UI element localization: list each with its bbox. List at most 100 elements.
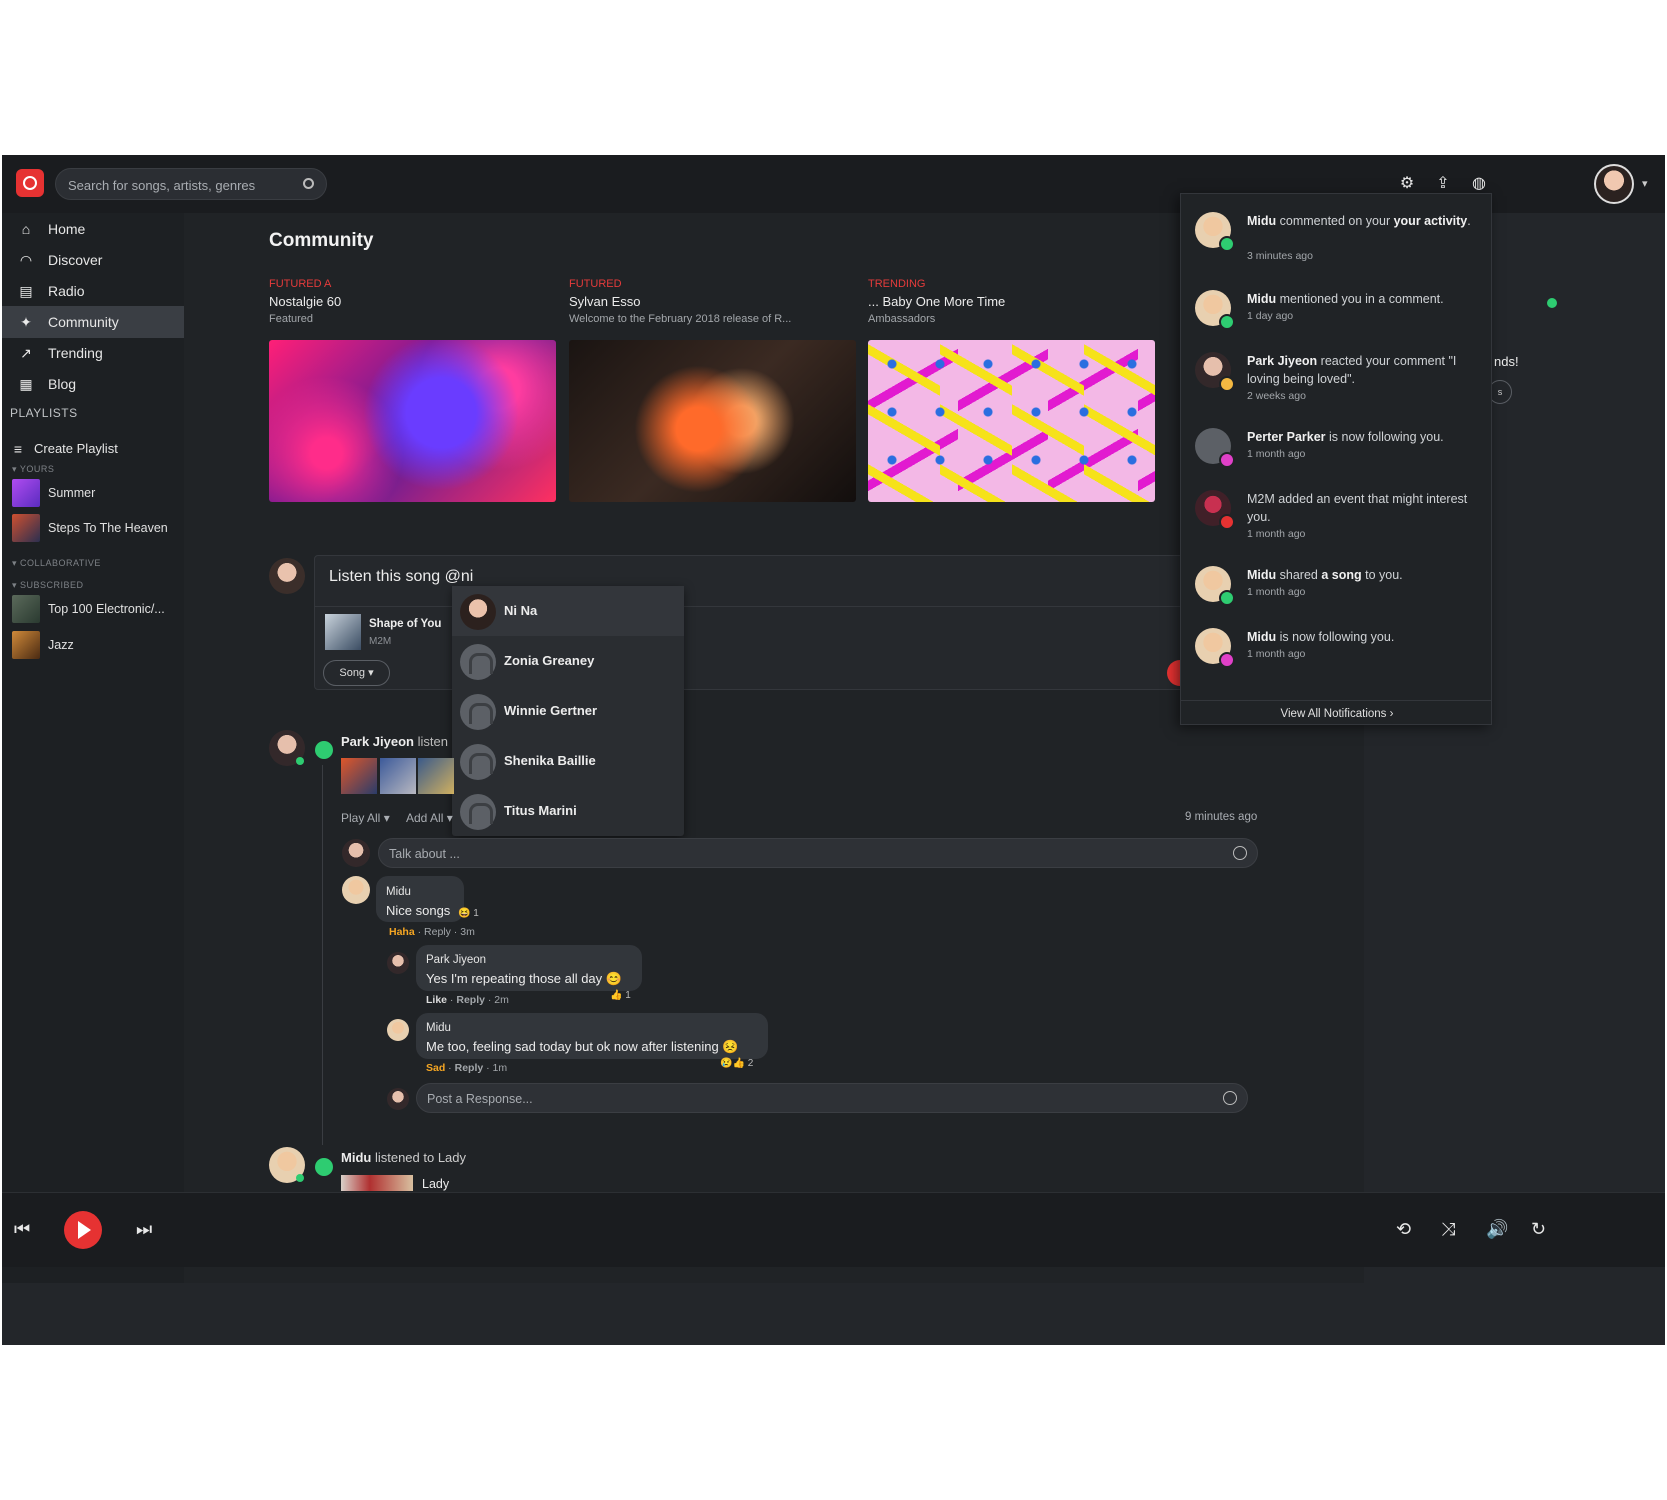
shuffle-icon[interactable]: ⤨ <box>1441 1219 1455 1240</box>
notification-text: Park Jiyeon reacted your comment "I lovi… <box>1247 354 1457 386</box>
compose-box[interactable]: Listen this song @ni Shape of You M2M So… <box>314 555 1195 690</box>
song-type-label: Song <box>339 667 366 679</box>
volume-icon[interactable]: 🔊 <box>1486 1219 1508 1240</box>
app-logo[interactable] <box>16 169 44 197</box>
song-thumbnail <box>325 614 361 650</box>
playlist-item[interactable]: Top 100 Electronic/... <box>12 595 184 623</box>
mention-item[interactable]: Shenika Baillie <box>452 736 684 786</box>
reply-button[interactable]: Reply <box>455 1062 484 1074</box>
headphones-icon <box>460 694 496 730</box>
card-tag: TRENDING <box>868 278 926 290</box>
reply-button[interactable]: Reply <box>456 994 485 1006</box>
discover-icon: ◠ <box>19 252 33 268</box>
post-action: listened to Lady <box>374 1150 467 1165</box>
comment-author[interactable]: Midu <box>386 886 411 898</box>
song-title[interactable]: Lady <box>422 1177 449 1191</box>
search-input[interactable]: Search for songs, artists, genres <box>55 168 327 200</box>
notification-time: 1 month ago <box>1247 586 1306 598</box>
talk-input[interactable]: Talk about ... <box>378 838 1258 868</box>
notification-time: 3 minutes ago <box>1247 250 1313 262</box>
attached-song[interactable]: Shape of You M2M <box>325 614 465 654</box>
reaction-label[interactable]: Sad <box>426 1062 445 1074</box>
subscribed-heading[interactable]: ▾ SUBSCRIBED <box>12 580 84 591</box>
compose-avatar <box>269 558 305 594</box>
collaborative-heading[interactable]: ▾ COLLABORATIVE <box>12 558 101 569</box>
post-user[interactable]: Midu <box>341 1150 371 1165</box>
like-button[interactable]: Like <box>426 994 447 1006</box>
headphones-icon <box>460 644 496 680</box>
playlist-name: Jazz <box>48 638 74 652</box>
mention-item[interactable]: Ni Na <box>452 586 684 636</box>
skip-back-icon[interactable]: ⏮ <box>14 1219 30 1240</box>
reaction-summary[interactable]: 👍 1 <box>610 990 631 1001</box>
reaction-summary[interactable]: 😆 1 <box>458 908 479 919</box>
song-thumbnail[interactable] <box>380 758 416 794</box>
sidebar-item-blog[interactable]: ▦ Blog <box>2 368 184 400</box>
playlist-thumbnail <box>12 514 40 542</box>
online-indicator <box>296 1174 304 1182</box>
sidebar-item-discover[interactable]: ◠ Discover <box>2 244 184 276</box>
sidebar-item-radio[interactable]: ▤ Radio <box>2 275 184 307</box>
skip-forward-icon[interactable]: ⏭ <box>136 1219 152 1240</box>
add-all-button[interactable]: Add All ▾ <box>406 811 453 825</box>
reply-button[interactable]: Reply <box>424 926 451 938</box>
playlist-item[interactable]: Jazz <box>12 631 184 659</box>
online-indicator <box>296 757 304 765</box>
compose-divider <box>315 606 1195 607</box>
add-playlist-icon: ≡ <box>13 441 23 457</box>
comment-meta: Like · Reply · 2m <box>426 994 509 1006</box>
sidebar-item-label: Radio <box>48 283 85 299</box>
compose-input[interactable]: Listen this song @ni <box>329 568 473 586</box>
repeat-icon[interactable]: ⟲ <box>1396 1219 1411 1240</box>
mention-item[interactable]: Titus Marini <box>452 786 684 836</box>
search-icon[interactable] <box>303 178 314 189</box>
song-thumbnail[interactable] <box>418 758 454 794</box>
playlist-item[interactable]: Summer <box>12 479 184 507</box>
online-indicator <box>1547 298 1557 308</box>
card-title: ... Baby One More Time <box>868 294 1006 309</box>
song-thumbnail[interactable] <box>341 758 377 794</box>
featured-card[interactable]: FUTURED A Nostalgie 60 Featured <box>269 278 557 502</box>
emoji-icon[interactable] <box>1223 1091 1237 1105</box>
comment-icon <box>1219 314 1235 330</box>
sidebar-item-community[interactable]: ✦ Community <box>2 306 184 338</box>
playlist-name: Top 100 Electronic/... <box>48 602 165 616</box>
mention-item[interactable]: Zonia Greaney <box>452 636 684 686</box>
play-button[interactable] <box>64 1211 102 1249</box>
comment-author[interactable]: Midu <box>426 1022 451 1034</box>
avatar <box>387 1088 409 1110</box>
reaction-summary[interactable]: 😢👍 2 <box>720 1058 753 1069</box>
refresh-icon[interactable]: ↻ <box>1531 1219 1546 1240</box>
featured-card[interactable]: FUTURED Sylvan Esso Welcome to the Febru… <box>569 278 857 502</box>
yours-heading[interactable]: ▾ YOURS <box>12 464 54 475</box>
post-user[interactable]: Park Jiyeon <box>341 734 414 749</box>
sidebar-item-home[interactable]: ⌂ Home <box>2 213 184 245</box>
avatar <box>387 952 409 974</box>
song-type-button[interactable]: Song ▾ <box>323 660 390 686</box>
playlist-item[interactable]: Steps To The Heaven <box>12 514 184 542</box>
upload-icon[interactable]: ⇪ <box>1434 175 1452 193</box>
globe-icon[interactable]: ◍ <box>1470 175 1488 193</box>
chevron-down-icon[interactable]: ▾ <box>1642 177 1648 190</box>
create-playlist-button[interactable]: ≡ Create Playlist <box>2 433 184 465</box>
card-subtitle: Featured <box>269 313 314 325</box>
mention-dropdown: Ni Na Zonia Greaney Winnie Gertner Sheni… <box>452 586 684 836</box>
song-thumbnail[interactable] <box>341 1175 413 1191</box>
user-avatar[interactable] <box>1594 164 1634 204</box>
featured-card[interactable]: TRENDING ... Baby One More Time Ambassad… <box>868 278 1156 502</box>
play-all-button[interactable]: Play All ▾ <box>341 811 390 825</box>
comment-text: Me too, feeling sad today but ok now aft… <box>426 1039 719 1054</box>
response-input[interactable]: Post a Response... <box>416 1083 1248 1113</box>
headphones-icon <box>460 794 496 830</box>
sidebar-item-label: Blog <box>48 376 77 392</box>
view-all-notifications-link[interactable]: View All Notifications › <box>1181 700 1491 724</box>
playlist-name: Steps To The Heaven <box>48 521 168 535</box>
emoji-icon[interactable] <box>1233 846 1247 860</box>
sidebar-item-trending[interactable]: ↗ Trending <box>2 337 184 369</box>
comment-author[interactable]: Park Jiyeon <box>426 954 486 966</box>
gear-icon[interactable]: ⚙ <box>1398 175 1416 193</box>
thread-line <box>322 765 323 1145</box>
search-placeholder: Search for songs, artists, genres <box>68 178 256 193</box>
reaction-label[interactable]: Haha <box>389 926 415 938</box>
mention-item[interactable]: Winnie Gertner <box>452 686 684 736</box>
